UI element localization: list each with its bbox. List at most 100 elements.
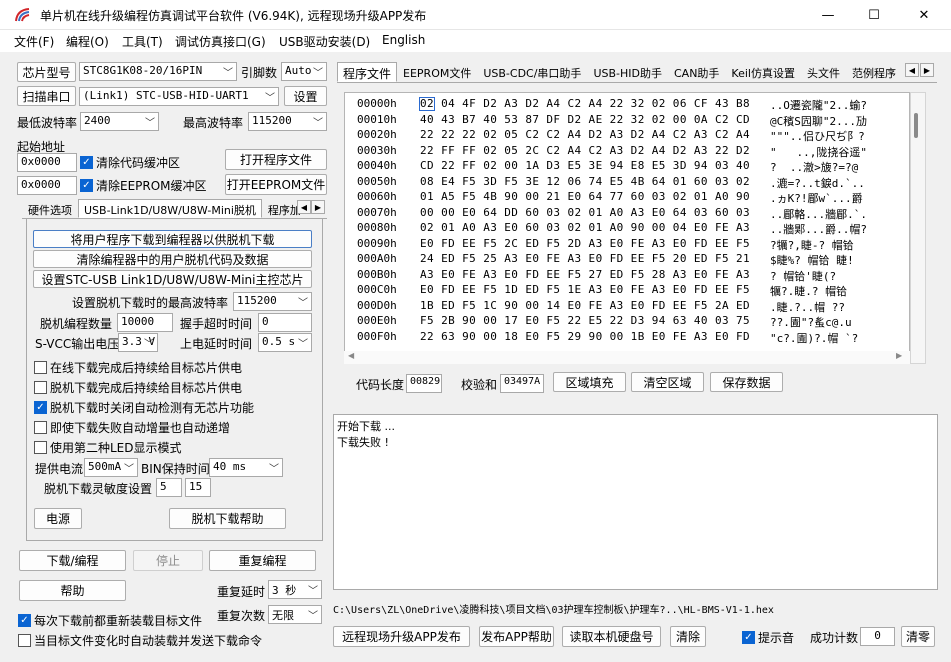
hex-bytes[interactable]: 01 A5 F5 4B 90 00 21 E0 64 77 60 03 02 0… — [420, 190, 750, 203]
repeat-program-button[interactable]: 重复编程 — [209, 550, 316, 571]
mcu-type-select[interactable]: STC8G1K08-20/16PIN ﹀ — [79, 62, 237, 81]
clear-code-buffer-checkbox[interactable]: ✓ 清除代码缓冲区 — [80, 154, 180, 171]
menu-program[interactable]: 编程(O) — [66, 33, 109, 50]
hex-bytes[interactable]: 1B ED F5 1C 90 00 14 E0 FE A3 E0 FD EE F… — [420, 299, 750, 312]
right-tab-scroll-right-icon[interactable]: ▶ — [920, 63, 934, 77]
scan-port-button[interactable]: 扫描串口 — [17, 86, 76, 106]
read-disk-id-button[interactable]: 读取本机硬盘号 — [562, 626, 661, 647]
menu-debug[interactable]: 调试仿真接口(G) — [175, 33, 266, 50]
maximize-button[interactable]: ☐ — [851, 0, 897, 30]
publish-app-help-button[interactable]: 发布APP帮助 — [479, 626, 554, 647]
offline-help-button[interactable]: 脱机下载帮助 — [169, 508, 286, 529]
right-tab-scroll-left-icon[interactable]: ◀ — [905, 63, 919, 77]
tab-scroll-right-icon[interactable]: ▶ — [311, 200, 325, 214]
beep-checkbox[interactable]: ✓ 提示音 — [742, 629, 794, 646]
port-select[interactable]: (Link1) STC-USB-HID-UART1 ﹀ — [79, 87, 279, 106]
mcu-type-button[interactable]: 芯片型号 — [17, 62, 76, 82]
tab-usb-cdc-serial[interactable]: USB-CDC/串口助手 — [477, 62, 587, 82]
tab-header-files[interactable]: 头文件 — [801, 62, 846, 82]
reset-count-button[interactable]: 清零 — [901, 626, 935, 647]
tab-hardware-options[interactable]: 硬件选项 — [22, 199, 78, 218]
close-button[interactable]: ✕ — [897, 0, 951, 30]
tab-scroll-left-icon[interactable]: ◀ — [297, 200, 311, 214]
hex-bytes[interactable]: 22 FF FF 02 05 2C C2 A4 C2 A3 D2 A4 D2 A… — [420, 144, 750, 157]
hex-horizontal-scrollbar[interactable]: ◀ ▶ — [344, 351, 910, 364]
hex-bytes[interactable]: 24 ED F5 25 A3 E0 FE A3 E0 FD EE F5 20 E… — [420, 252, 750, 265]
bin-hold-select[interactable]: 40 ms ﹀ — [209, 458, 283, 477]
tab-keil-sim[interactable]: Keil仿真设置 — [725, 62, 801, 82]
supply-current-select[interactable]: 500mA ﹀ — [84, 458, 138, 477]
svcc-voltage-select[interactable]: 3.3 V ﹀ — [118, 333, 158, 352]
open-program-file-button[interactable]: 打开程序文件 — [225, 149, 327, 170]
download-to-programmer-button[interactable]: 将用户程序下载到编程器以供脱机下载 — [33, 230, 312, 248]
offline-count-input[interactable]: 10000 — [117, 313, 173, 332]
clear-log-button[interactable]: 清除 — [670, 626, 706, 647]
tab-eeprom-file[interactable]: EEPROM文件 — [397, 62, 477, 82]
max-baud-select[interactable]: 115200 ﹀ — [248, 112, 327, 131]
hex-bytes[interactable]: 40 43 B7 40 53 87 DF D2 AE 22 32 02 00 0… — [420, 113, 750, 126]
power-button[interactable]: 电源 — [34, 508, 82, 529]
scrollbar-thumb[interactable] — [914, 113, 918, 138]
hex-bytes[interactable]: 00 00 E0 64 DD 60 03 02 01 A0 A3 E0 64 0… — [420, 206, 750, 219]
fill-area-button[interactable]: 区域填充 — [553, 372, 626, 392]
menu-usb-driver[interactable]: USB驱动安装(D) — [279, 33, 370, 50]
tab-examples[interactable]: 范例程序 — [846, 62, 902, 82]
open-eeprom-file-button[interactable]: 打开EEPROM文件 — [225, 174, 327, 195]
menu-file[interactable]: 文件(F) — [14, 33, 54, 50]
chevron-down-icon: ﹀ — [265, 93, 275, 104]
clear-area-button[interactable]: 清空区域 — [631, 372, 704, 392]
hex-editor[interactable]: 00000h 02 04 4F D2 A3 D2 A4 C2 A4 22 32 0… — [344, 92, 910, 364]
chevron-down-icon: ﹀ — [269, 464, 279, 475]
scroll-right-icon[interactable]: ▶ — [896, 351, 902, 360]
stop-button[interactable]: 停止 — [133, 550, 203, 571]
poweron-delay-select[interactable]: 0.5 s ﹀ — [258, 333, 312, 352]
offline-max-baud-select[interactable]: 115200 ﹀ — [233, 292, 312, 311]
menu-tools[interactable]: 工具(T) — [122, 33, 163, 50]
eeprom-start-address-input[interactable]: 0x0000 — [17, 176, 77, 195]
sensitivity-high-input[interactable]: 15 — [185, 478, 211, 497]
hex-bytes[interactable]: E0 FD EE F5 1D ED F5 1E A3 E0 FE A3 E0 F… — [420, 283, 750, 296]
hex-bytes[interactable]: F5 2B 90 00 17 E0 F5 22 E5 22 D3 94 63 4… — [420, 314, 750, 327]
tab-usb-link1d[interactable]: USB-Link1D/U8W/U8W-Mini脱机 — [78, 199, 262, 218]
hex-bytes[interactable]: CD 22 FF 02 00 1A D3 E5 3E 94 E8 E5 3D 9… — [420, 159, 750, 172]
minimize-button[interactable]: — — [805, 0, 851, 30]
hex-bytes[interactable]: 02 04 4F D2 A3 D2 A4 C2 A4 22 32 02 06 C… — [420, 97, 750, 110]
min-baud-select[interactable]: 2400 ﹀ — [80, 112, 159, 131]
tab-can[interactable]: CAN助手 — [668, 62, 725, 82]
auto-load-on-change-checkbox[interactable]: 当目标文件变化时自动装载并发送下载命令 — [18, 632, 262, 649]
handshake-timeout-input[interactable]: 0 — [258, 313, 312, 332]
pin-count-select[interactable]: Auto ﹀ — [281, 62, 327, 81]
help-button[interactable]: 帮助 — [19, 580, 126, 601]
disable-chip-detect-checkbox[interactable]: ✓ 脱机下载时关闭自动检测有无芯片功能 — [34, 399, 254, 416]
maximize-icon: ☐ — [868, 7, 880, 23]
tab-program-file[interactable]: 程序文件 — [337, 62, 398, 82]
hex-vertical-scrollbar[interactable] — [910, 92, 926, 364]
online-keep-power-checkbox[interactable]: 在线下载完成后持续给目标芯片供电 — [34, 359, 242, 376]
repeat-count-select[interactable]: 无限 ﹀ — [268, 605, 322, 624]
hex-bytes[interactable]: 02 01 A0 A3 E0 60 03 02 01 A0 90 00 04 E… — [420, 221, 750, 234]
scroll-left-icon[interactable]: ◀ — [348, 351, 354, 360]
hex-bytes[interactable]: 08 E4 F5 3D F5 3E 12 06 74 E5 4B 64 01 6… — [420, 175, 750, 188]
hex-bytes[interactable]: 22 63 90 00 18 E0 F5 29 90 00 1B E0 FE A… — [420, 330, 750, 343]
hex-bytes[interactable]: 22 22 22 02 05 C2 C2 A4 D2 A3 D2 A4 C2 A… — [420, 128, 750, 141]
menu-english[interactable]: English — [382, 33, 425, 47]
sensitivity-low-input[interactable]: 5 — [156, 478, 182, 497]
offline-keep-power-checkbox[interactable]: 脱机下载完成后持续给目标芯片供电 — [34, 379, 242, 396]
title-bar: 单片机在线升级编程仿真调试平台软件 (V6.94K), 远程现场升级APP发布 … — [0, 0, 951, 30]
auto-increment-checkbox[interactable]: 即使下载失败自动增量也自动递增 — [34, 419, 230, 436]
save-data-button[interactable]: 保存数据 — [710, 372, 783, 392]
download-program-button[interactable]: 下载/编程 — [19, 550, 126, 571]
reload-before-download-checkbox[interactable]: ✓ 每次下载前都重新装载目标文件 — [18, 612, 202, 629]
repeat-delay-select[interactable]: 3 秒 ﹀ — [268, 580, 322, 599]
hex-bytes[interactable]: E0 FD EE F5 2C ED F5 2D A3 E0 FE A3 E0 F… — [420, 237, 750, 250]
second-led-mode-checkbox[interactable]: 使用第二种LED显示模式 — [34, 439, 182, 456]
clear-eeprom-buffer-checkbox[interactable]: ✓ 清除EEPROM缓冲区 — [80, 177, 207, 194]
hex-bytes[interactable]: A3 E0 FE A3 E0 FD EE F5 27 ED F5 28 A3 E… — [420, 268, 750, 281]
clear-offline-code-button[interactable]: 清除编程器中的用户脱机代码及数据 — [33, 250, 312, 268]
remote-upgrade-app-button[interactable]: 远程现场升级APP发布 — [333, 626, 470, 647]
tab-usb-hid[interactable]: USB-HID助手 — [587, 62, 668, 82]
code-start-address-input[interactable]: 0x0000 — [17, 153, 77, 172]
left-tab-strip: 硬件选项 USB-Link1D/U8W/U8W-Mini脱机 程序加 — [22, 199, 327, 219]
port-settings-button[interactable]: 设置 — [284, 86, 327, 106]
set-master-chip-button[interactable]: 设置STC-USB Link1D/U8W/U8W-Mini主控芯片 — [33, 270, 312, 288]
